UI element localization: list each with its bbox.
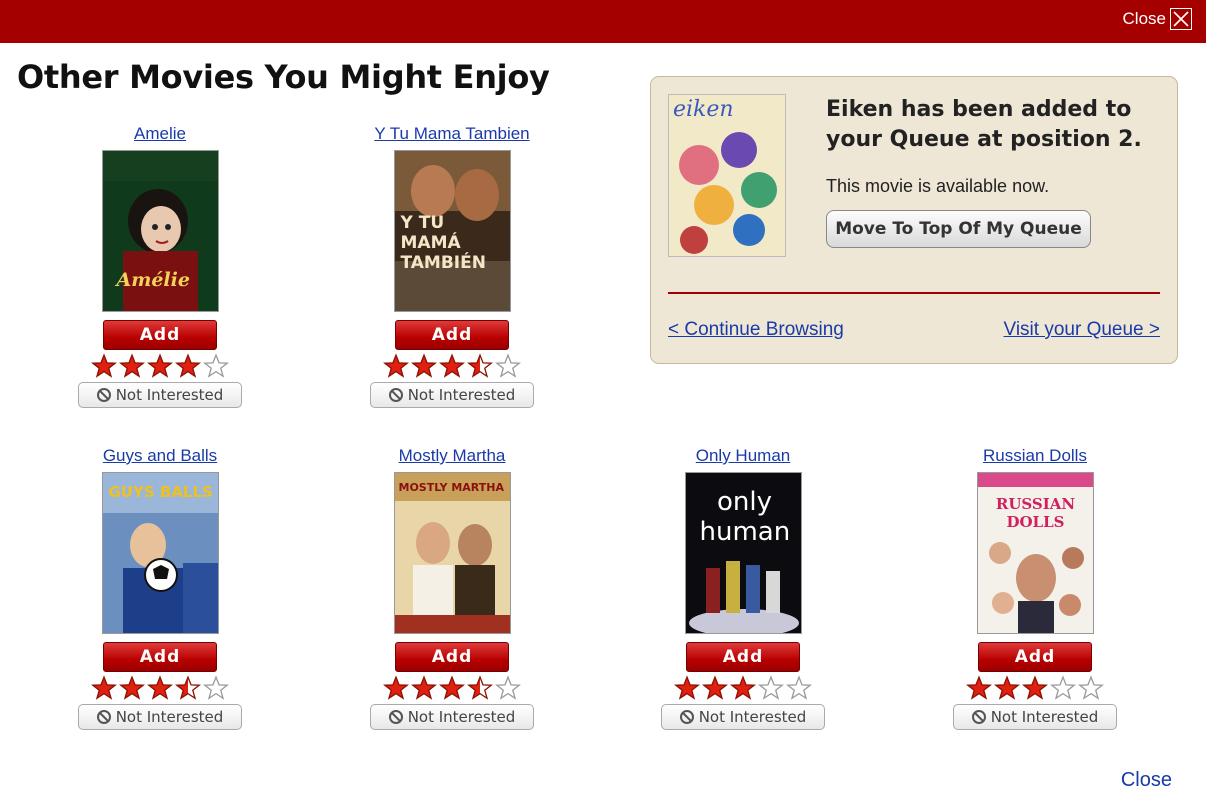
star-rating[interactable]	[91, 352, 229, 380]
star-icon[interactable]	[175, 353, 201, 379]
poster-text: RUSSIAN DOLLS	[995, 495, 1076, 531]
add-button[interactable]: Add	[978, 642, 1092, 672]
star-icon[interactable]	[1078, 675, 1104, 701]
star-icon[interactable]	[91, 675, 117, 701]
divider	[668, 292, 1160, 294]
star-icon[interactable]	[439, 675, 465, 701]
no-entry-icon	[96, 388, 111, 402]
movie-poster-amelie[interactable]: Amélie	[101, 150, 219, 312]
star-icon[interactable]	[702, 675, 728, 701]
star-icon[interactable]	[439, 353, 465, 379]
add-button[interactable]: Add	[395, 320, 509, 350]
star-icon[interactable]	[147, 675, 173, 701]
page-title: Other Movies You Might Enjoy	[17, 58, 550, 96]
star-icon[interactable]	[383, 675, 409, 701]
movie-card-amelie: Amelie Amélie Add Not Interested	[75, 124, 245, 408]
movie-poster-mostly-martha[interactable]: MOSTLY MARTHA	[393, 472, 511, 634]
move-to-top-button[interactable]: Move To Top Of My Queue	[826, 210, 1091, 248]
not-interested-label: Not Interested	[115, 386, 224, 404]
movie-card-y-tu-mama-tambien: Y Tu Mama Tambien Y TU MAMÁ TAMBIÉN Add …	[367, 124, 537, 408]
star-icon[interactable]	[383, 353, 409, 379]
not-interested-label: Not Interested	[407, 708, 516, 726]
poster-text: GUYS BALLS	[108, 483, 213, 501]
star-icon[interactable]	[175, 675, 201, 701]
not-interested-button[interactable]: Not Interested	[370, 704, 534, 730]
no-entry-icon	[96, 710, 111, 724]
star-icon[interactable]	[674, 675, 700, 701]
queue-confirmation-panel: eiken Eiken has been added to your Queue…	[650, 76, 1178, 364]
star-rating[interactable]	[966, 674, 1104, 702]
star-icon[interactable]	[203, 353, 229, 379]
movie-poster-y-tu-mama-tambien[interactable]: Y TU MAMÁ TAMBIÉN	[393, 150, 511, 312]
movie-title-link[interactable]: Y Tu Mama Tambien	[374, 124, 529, 146]
bottom-close-link[interactable]: Close	[1121, 769, 1172, 792]
star-icon[interactable]	[411, 675, 437, 701]
add-button[interactable]: Add	[395, 642, 509, 672]
movie-card-only-human: Only Human only human Add Not Interested	[658, 446, 828, 730]
movie-poster-guys-and-balls[interactable]: GUYS BALLS	[101, 472, 219, 634]
poster-text: MOSTLY MARTHA	[398, 481, 504, 494]
no-entry-icon	[679, 710, 694, 724]
star-icon[interactable]	[1022, 675, 1048, 701]
not-interested-label: Not Interested	[698, 708, 807, 726]
star-icon[interactable]	[495, 353, 521, 379]
no-entry-icon	[388, 710, 403, 724]
poster-text: Y TU MAMÁ TAMBIÉN	[400, 213, 486, 273]
queue-movie-poster: eiken	[668, 94, 786, 257]
star-icon[interactable]	[119, 675, 145, 701]
add-button[interactable]: Add	[103, 320, 217, 350]
star-icon[interactable]	[994, 675, 1020, 701]
poster-text: Amélie	[116, 269, 190, 291]
close-box-icon	[1170, 8, 1192, 30]
star-icon[interactable]	[411, 353, 437, 379]
star-icon[interactable]	[119, 353, 145, 379]
add-button[interactable]: Add	[103, 642, 217, 672]
not-interested-button[interactable]: Not Interested	[370, 382, 534, 408]
star-icon[interactable]	[467, 675, 493, 701]
star-icon[interactable]	[1050, 675, 1076, 701]
star-rating[interactable]	[383, 674, 521, 702]
movie-title-link[interactable]: Amelie	[134, 124, 186, 146]
not-interested-label: Not Interested	[407, 386, 516, 404]
star-icon[interactable]	[147, 353, 173, 379]
movie-title-link[interactable]: Guys and Balls	[103, 446, 217, 468]
movie-poster-only-human[interactable]: only human	[684, 472, 802, 634]
movie-title-link[interactable]: Russian Dolls	[983, 446, 1087, 468]
not-interested-button[interactable]: Not Interested	[78, 704, 242, 730]
movie-title-link[interactable]: Mostly Martha	[399, 446, 506, 468]
add-button[interactable]: Add	[686, 642, 800, 672]
star-icon[interactable]	[786, 675, 812, 701]
star-icon[interactable]	[467, 353, 493, 379]
queue-added-message: Eiken has been added to your Queue at po…	[826, 97, 1142, 152]
star-rating[interactable]	[91, 674, 229, 702]
star-rating[interactable]	[674, 674, 812, 702]
star-icon[interactable]	[758, 675, 784, 701]
poster-text: only human	[699, 487, 791, 547]
queue-poster-text: eiken	[673, 97, 734, 122]
star-icon[interactable]	[966, 675, 992, 701]
movie-card-russian-dolls: Russian Dolls RUSSIAN DOLLS Add Not Inte…	[950, 446, 1120, 730]
star-icon[interactable]	[730, 675, 756, 701]
not-interested-label: Not Interested	[990, 708, 1099, 726]
star-icon[interactable]	[495, 675, 521, 701]
visit-queue-link[interactable]: Visit your Queue >	[1004, 319, 1161, 341]
star-icon[interactable]	[203, 675, 229, 701]
top-close-label: Close	[1122, 9, 1166, 28]
not-interested-button[interactable]: Not Interested	[78, 382, 242, 408]
no-entry-icon	[971, 710, 986, 724]
continue-browsing-link[interactable]: < Continue Browsing	[668, 319, 844, 341]
top-bar: Close	[0, 0, 1206, 43]
no-entry-icon	[388, 388, 403, 402]
movie-poster-russian-dolls[interactable]: RUSSIAN DOLLS	[976, 472, 1094, 634]
star-rating[interactable]	[383, 352, 521, 380]
movie-title-link[interactable]: Only Human	[696, 446, 790, 468]
star-icon[interactable]	[91, 353, 117, 379]
not-interested-button[interactable]: Not Interested	[661, 704, 825, 730]
movie-card-mostly-martha: Mostly Martha MOSTLY MARTHA Add Not Inte…	[367, 446, 537, 730]
not-interested-label: Not Interested	[115, 708, 224, 726]
availability-text: This movie is available now.	[826, 176, 1050, 196]
not-interested-button[interactable]: Not Interested	[953, 704, 1117, 730]
movie-card-guys-and-balls: Guys and Balls GUYS BALLS Add Not Intere…	[75, 446, 245, 730]
top-close-button[interactable]: Close	[1123, 8, 1192, 30]
